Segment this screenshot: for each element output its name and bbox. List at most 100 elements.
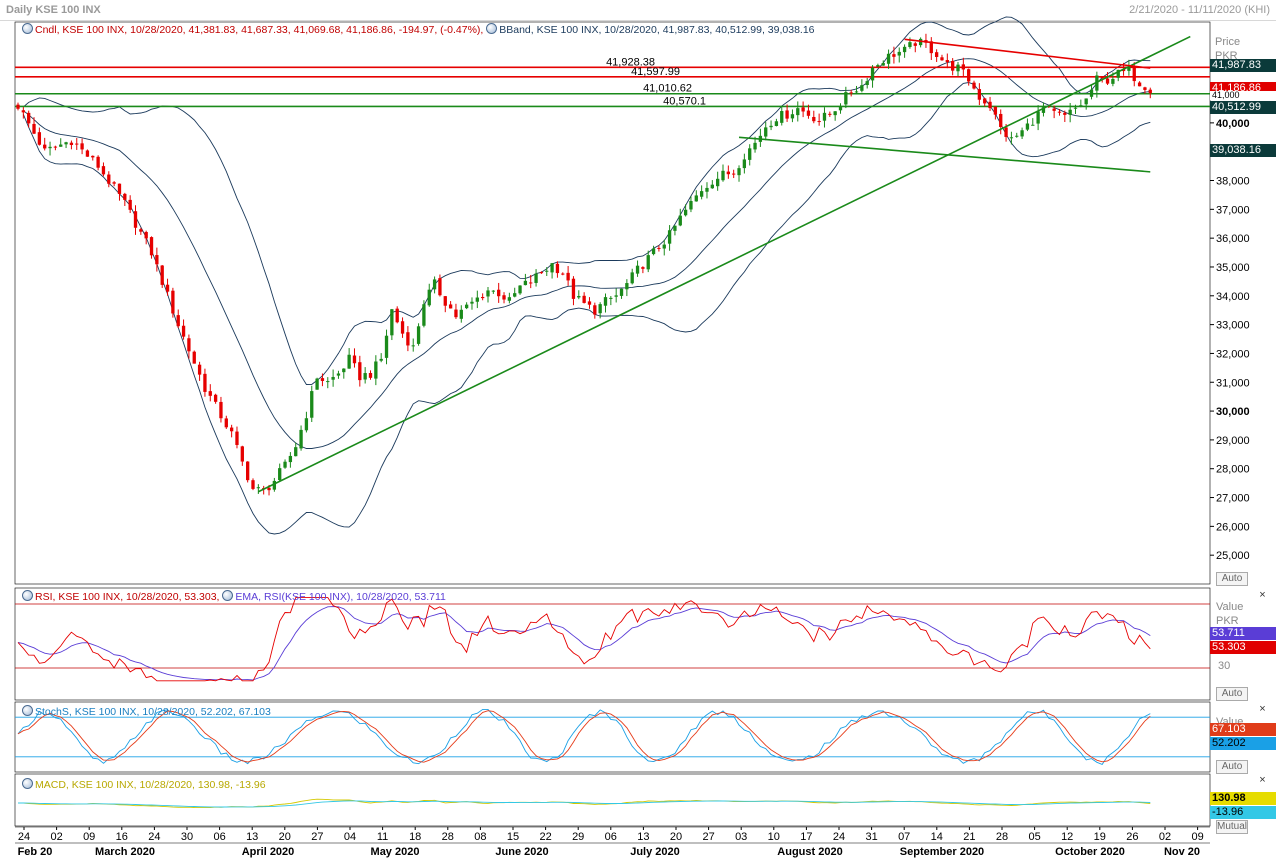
candle-body <box>251 480 255 489</box>
rsi-auto-button[interactable]: Auto <box>1216 687 1248 701</box>
price-tick-label: 26,000 <box>1216 521 1250 533</box>
candle-body <box>945 60 949 63</box>
candle-body <box>967 69 971 82</box>
candle-body <box>123 193 127 200</box>
candle-body <box>550 263 554 273</box>
candle-body <box>475 297 479 302</box>
candle-body <box>208 391 212 396</box>
rsi-legend-text: RSI, KSE 100 INX, 10/28/2020, 53.303, <box>35 591 220 603</box>
candle-body <box>1084 98 1088 105</box>
x-day-label: 26 <box>1126 831 1138 843</box>
x-day-label: 14 <box>931 831 943 843</box>
price-tick-label: 33,000 <box>1216 320 1250 332</box>
candle-body <box>213 394 218 402</box>
candle-body <box>641 267 645 269</box>
x-month-label: June 2020 <box>495 846 548 858</box>
candle-body <box>983 98 987 104</box>
candle-body <box>384 335 389 358</box>
stoch-legend[interactable]: StochS, KSE 100 INX, 10/28/2020, 52.202,… <box>22 705 271 718</box>
candle-body <box>796 108 800 116</box>
candle-body <box>876 65 880 67</box>
candle-body <box>75 143 79 145</box>
candle-body <box>513 293 517 297</box>
stoch-auto-button[interactable]: Auto <box>1216 760 1248 774</box>
candle-body <box>304 418 309 431</box>
rsi-legend[interactable]: RSI, KSE 100 INX, 10/28/2020, 53.303, EM… <box>22 590 446 603</box>
candle-body <box>197 364 202 375</box>
x-day-label: 24 <box>833 831 845 843</box>
macd-close-icon[interactable]: × <box>1257 775 1268 786</box>
candle-body <box>844 92 848 105</box>
hline-label-2: 41,010.62 <box>643 83 692 95</box>
candle-body <box>614 295 618 297</box>
candle-body <box>748 148 752 160</box>
candle-body <box>400 321 405 334</box>
candle-body <box>699 191 704 197</box>
x-month-label: April 2020 <box>242 846 295 858</box>
ema-legend-icon[interactable] <box>222 590 234 601</box>
bband-legend-icon[interactable] <box>486 23 498 34</box>
x-day-label: 18 <box>409 831 421 843</box>
candle-body <box>240 446 244 462</box>
candle-body <box>27 112 31 124</box>
candle-body <box>1105 78 1110 84</box>
candle-body <box>999 113 1003 127</box>
candle-body <box>1068 109 1072 115</box>
candle-body <box>69 142 74 146</box>
candle-body <box>229 427 234 432</box>
x-day-label: 28 <box>996 831 1008 843</box>
x-day-label: 17 <box>800 831 812 843</box>
candle-body <box>160 265 164 285</box>
macd-legend[interactable]: MACD, KSE 100 INX, 10/28/2020, 130.98, -… <box>22 778 266 791</box>
stoch-slow-tag: 67.103 <box>1210 723 1276 736</box>
candle-body <box>764 127 768 137</box>
rsi-close-icon[interactable]: × <box>1257 590 1268 601</box>
x-day-label: 16 <box>116 831 128 843</box>
x-month-label: October 2020 <box>1055 846 1125 858</box>
candle-body <box>635 265 640 274</box>
candle-body <box>53 146 58 148</box>
macd-legend-icon[interactable] <box>22 778 33 789</box>
candle-body <box>438 278 442 296</box>
candle-body <box>246 461 250 481</box>
candle-body <box>1089 89 1094 97</box>
stoch-legend-icon[interactable] <box>22 705 33 716</box>
candle-body <box>149 237 154 256</box>
macd-value-tag: 130.98 <box>1210 792 1276 805</box>
macd-auto-button[interactable]: Mutual <box>1216 820 1248 834</box>
candle-body <box>128 199 132 210</box>
candle-body <box>881 63 885 66</box>
x-day-label: 06 <box>605 831 617 843</box>
candle-body <box>555 263 560 274</box>
candle-body <box>395 308 399 323</box>
candle-body <box>310 391 314 418</box>
price-tick-label: 31,000 <box>1216 377 1250 389</box>
x-day-label: 07 <box>898 831 910 843</box>
candle-body <box>181 325 186 337</box>
x-month-label: Feb 20 <box>18 846 53 858</box>
candle-body <box>683 209 688 216</box>
price-tick-label: 30,000 <box>1216 406 1250 418</box>
price-tick-label: 34,000 <box>1216 291 1250 303</box>
x-day-label: 11 <box>377 831 388 843</box>
rsi-axis-title: Value <box>1216 601 1244 613</box>
rsi-legend-icon[interactable] <box>22 590 33 601</box>
rsi-axis-unit: PKR <box>1216 615 1239 627</box>
x-day-label: 13 <box>637 831 649 843</box>
price-auto-button[interactable]: Auto <box>1216 572 1248 586</box>
candle-body <box>459 309 463 319</box>
candle-body <box>1031 124 1035 126</box>
x-month-label: Nov 20 <box>1164 846 1200 858</box>
candle-body <box>539 272 544 274</box>
candle-legend[interactable]: Cndl, KSE 100 INX, 10/28/2020, 41,381.83… <box>22 23 815 36</box>
candle-legend-icon[interactable] <box>22 23 33 34</box>
candle-body <box>37 132 42 145</box>
candle-body <box>726 171 730 175</box>
candle-body <box>107 174 111 184</box>
chart-canvas[interactable]: 25,000 26,000 27,000 28,000 29,000 30,000 31,0… <box>0 0 1276 863</box>
price-tick-label: 32,000 <box>1216 348 1250 360</box>
price-tick-label: 35,000 <box>1216 262 1250 274</box>
stoch-close-icon[interactable]: × <box>1257 704 1268 715</box>
candle-body <box>1079 105 1083 107</box>
candle-body <box>667 230 672 244</box>
